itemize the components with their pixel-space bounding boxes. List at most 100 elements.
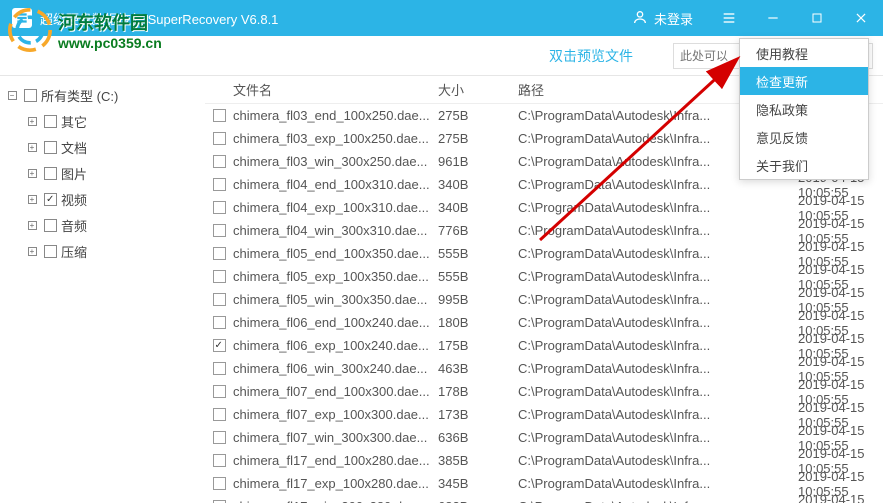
cell-size: 173B [438, 407, 518, 422]
expand-icon[interactable]: + [28, 247, 37, 256]
menu-item[interactable]: 使用教程 [740, 39, 868, 67]
tree-checkbox[interactable] [44, 245, 57, 258]
row-checkbox[interactable] [213, 385, 226, 398]
tree-checkbox[interactable] [44, 219, 57, 232]
cell-path: C:\ProgramData\Autodesk\Infra... [518, 476, 798, 491]
row-checkbox[interactable] [213, 431, 226, 444]
app-icon [12, 8, 32, 28]
cell-size: 275B [438, 131, 518, 146]
cell-name: chimera_fl07_end_100x300.dae... [233, 384, 438, 399]
cell-size: 961B [438, 154, 518, 169]
cell-path: C:\ProgramData\Autodesk\Infra... [518, 200, 798, 215]
tree-label: 文档 [61, 138, 87, 157]
cell-size: 340B [438, 200, 518, 215]
titlebar: 超级硬盘数据恢复 SuperRecovery V6.8.1 未登录 [0, 0, 883, 36]
titlebar-left: 超级硬盘数据恢复 SuperRecovery V6.8.1 [12, 8, 278, 28]
menu-item[interactable]: 关于我们 [740, 151, 868, 179]
row-checkbox[interactable] [213, 339, 226, 352]
cell-size: 345B [438, 476, 518, 491]
expand-icon[interactable]: + [28, 221, 37, 230]
row-checkbox[interactable] [213, 109, 226, 122]
table-row[interactable]: chimera_fl05_exp_100x350.dae...555BC:\Pr… [205, 265, 883, 288]
tree-item[interactable]: + 其它 [4, 108, 201, 134]
row-checkbox[interactable] [213, 293, 226, 306]
row-checkbox[interactable] [213, 178, 226, 191]
tree-item[interactable]: + 图片 [4, 160, 201, 186]
menu-item[interactable]: 意见反馈 [740, 123, 868, 151]
tree-root[interactable]: − 所有类型 (C:) [4, 82, 201, 108]
cell-path: C:\ProgramData\Autodesk\Infra... [518, 315, 798, 330]
cell-path: C:\ProgramData\Autodesk\Infra... [518, 269, 798, 284]
row-checkbox[interactable] [213, 362, 226, 375]
tree-checkbox[interactable] [44, 115, 57, 128]
tree-label: 其它 [61, 112, 87, 131]
cell-name: chimera_fl06_win_300x240.dae... [233, 361, 438, 376]
cell-name: chimera_fl07_exp_100x300.dae... [233, 407, 438, 422]
row-checkbox[interactable] [213, 132, 226, 145]
cell-size: 463B [438, 361, 518, 376]
table-row[interactable]: chimera_fl07_exp_100x300.dae...173BC:\Pr… [205, 403, 883, 426]
tree-item[interactable]: + 文档 [4, 134, 201, 160]
cell-name: chimera_fl06_end_100x240.dae... [233, 315, 438, 330]
row-checkbox[interactable] [213, 201, 226, 214]
table-row[interactable]: chimera_fl07_end_100x300.dae...178BC:\Pr… [205, 380, 883, 403]
tree-checkbox[interactable] [44, 141, 57, 154]
col-size[interactable]: 大小 [438, 80, 518, 99]
table-row[interactable]: chimera_fl07_win_300x300.dae...636BC:\Pr… [205, 426, 883, 449]
table-row[interactable]: chimera_fl06_exp_100x240.dae...175BC:\Pr… [205, 334, 883, 357]
row-checkbox[interactable] [213, 270, 226, 283]
table-row[interactable]: chimera_fl04_exp_100x310.dae...340BC:\Pr… [205, 196, 883, 219]
tree-item[interactable]: +视频 [4, 186, 201, 212]
minimize-button[interactable] [751, 0, 795, 36]
table-row[interactable]: chimera_fl17_exp_100x280.dae...345BC:\Pr… [205, 472, 883, 495]
row-checkbox[interactable] [213, 454, 226, 467]
table-row[interactable]: chimera_fl04_win_300x310.dae...776BC:\Pr… [205, 219, 883, 242]
tree-label: 图片 [61, 164, 87, 183]
row-checkbox[interactable] [213, 224, 226, 237]
table-row[interactable]: chimera_fl17_end_100x280.dae...385BC:\Pr… [205, 449, 883, 472]
row-checkbox[interactable] [213, 155, 226, 168]
cell-path: C:\ProgramData\Autodesk\Infra... [518, 430, 798, 445]
sidebar: − 所有类型 (C:) + 其它 + 文档 + 图片 +视频+音频+压缩 [0, 76, 205, 503]
cell-size: 180B [438, 315, 518, 330]
login-button[interactable]: 未登录 [618, 9, 707, 28]
cell-name: chimera_fl04_end_100x310.dae... [233, 177, 438, 192]
row-checkbox[interactable] [213, 408, 226, 421]
menu-item[interactable]: 检查更新 [740, 67, 868, 95]
preview-hint: 双击预览文件 [549, 46, 633, 66]
expand-icon[interactable]: + [28, 143, 37, 152]
row-checkbox[interactable] [213, 316, 226, 329]
menu-item[interactable]: 隐私政策 [740, 95, 868, 123]
cell-path: C:\ProgramData\Autodesk\Infra... [518, 384, 798, 399]
cell-name: chimera_fl04_win_300x310.dae... [233, 223, 438, 238]
cell-size: 995B [438, 292, 518, 307]
cell-path: C:\ProgramData\Autodesk\Infra... [518, 338, 798, 353]
tree-item[interactable]: +音频 [4, 212, 201, 238]
expand-icon[interactable]: + [28, 169, 37, 178]
table-row[interactable]: chimera_fl06_end_100x240.dae...180BC:\Pr… [205, 311, 883, 334]
cell-size: 682B [438, 499, 518, 503]
close-button[interactable] [839, 0, 883, 36]
table-row[interactable]: chimera_fl05_end_100x350.dae...555BC:\Pr… [205, 242, 883, 265]
row-checkbox[interactable] [213, 247, 226, 260]
table-row[interactable]: chimera_fl05_win_300x350.dae...995BC:\Pr… [205, 288, 883, 311]
cell-size: 636B [438, 430, 518, 445]
cell-name: chimera_fl04_exp_100x310.dae... [233, 200, 438, 215]
collapse-icon[interactable]: − [8, 91, 17, 100]
table-row[interactable]: chimera_fl17_win_300x280.dae...682BC:\Pr… [205, 495, 883, 503]
expand-icon[interactable]: + [28, 195, 37, 204]
tree-checkbox[interactable] [44, 193, 57, 206]
table-row[interactable]: chimera_fl06_win_300x240.dae...463BC:\Pr… [205, 357, 883, 380]
tree-checkbox[interactable] [44, 167, 57, 180]
col-name[interactable]: 文件名 [233, 80, 438, 99]
expand-icon[interactable]: + [28, 117, 37, 126]
cell-path: C:\ProgramData\Autodesk\Infra... [518, 453, 798, 468]
tree-item[interactable]: +压缩 [4, 238, 201, 264]
maximize-button[interactable] [795, 0, 839, 36]
menu-button[interactable] [707, 0, 751, 36]
cell-name: chimera_fl03_exp_100x250.dae... [233, 131, 438, 146]
row-checkbox[interactable] [213, 477, 226, 490]
cell-name: chimera_fl05_win_300x350.dae... [233, 292, 438, 307]
cell-name: chimera_fl17_end_100x280.dae... [233, 453, 438, 468]
tree-root-checkbox[interactable] [24, 89, 37, 102]
